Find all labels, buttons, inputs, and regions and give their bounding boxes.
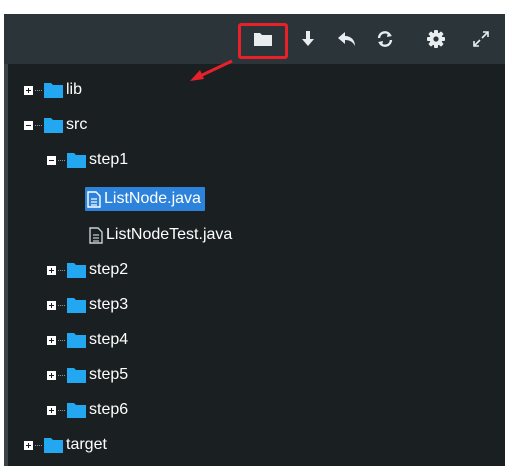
tree-item-label: src — [66, 116, 88, 133]
folder-open-icon — [44, 117, 63, 133]
tree-connector — [58, 304, 65, 306]
folder-icon — [67, 367, 86, 383]
tree-item-listnodetest-file[interactable]: ListNodeTest.java — [89, 218, 232, 252]
expand-toggle[interactable] — [47, 335, 56, 345]
expand-toggle[interactable] — [47, 405, 56, 415]
refresh-icon — [377, 31, 393, 47]
expand-icon — [473, 31, 489, 47]
tree-connector — [58, 159, 65, 161]
download-arrow-icon — [302, 31, 314, 46]
expand-toggle[interactable] — [47, 265, 56, 275]
expand-toggle[interactable] — [24, 85, 33, 95]
highlight-box — [238, 23, 288, 59]
tree-connector — [35, 444, 42, 446]
undo-icon — [338, 32, 355, 46]
tree-item-listnode-file[interactable]: ListNode.java — [85, 182, 205, 216]
selected-item[interactable]: ListNode.java — [85, 187, 205, 211]
tree-item-label: step2 — [89, 261, 129, 278]
tree-item-step3[interactable]: step3 — [47, 288, 128, 322]
tree-item-label: step1 — [89, 151, 129, 168]
expand-toggle[interactable] — [24, 440, 33, 450]
tree-item-step6[interactable]: step6 — [47, 393, 128, 427]
tree-item-step4[interactable]: step4 — [47, 323, 128, 357]
scrollbar[interactable] — [4, 64, 8, 466]
collapse-toggle[interactable] — [47, 155, 56, 165]
tree-connector — [35, 89, 42, 91]
gear-icon — [427, 30, 445, 48]
folder-icon — [44, 437, 63, 453]
tree-item-label: step4 — [89, 331, 129, 348]
file-icon — [87, 190, 101, 208]
tree-item-src[interactable]: src — [24, 108, 87, 142]
expand-button[interactable] — [456, 14, 505, 64]
expand-toggle[interactable] — [47, 370, 56, 380]
tree-connector — [58, 339, 65, 341]
settings-button[interactable] — [411, 14, 461, 64]
tree-item-step1[interactable]: step1 — [47, 143, 128, 177]
annotation-arrow — [190, 59, 233, 81]
tree-item-label: step6 — [89, 401, 129, 418]
tree-connector — [35, 124, 42, 126]
folder-icon — [67, 297, 86, 313]
tree-item-label: ListNodeTest.java — [106, 226, 233, 243]
file-icon — [89, 226, 103, 244]
tree-connector — [58, 374, 65, 376]
expand-toggle[interactable] — [47, 300, 56, 310]
collapse-toggle[interactable] — [24, 120, 33, 130]
tree-item-label: lib — [66, 81, 83, 98]
tree-item-lib[interactable]: lib — [24, 73, 82, 107]
folder-icon — [67, 402, 86, 418]
explorer-frame: lib src step1 ListNode.java ListNodeTest… — [0, 0, 505, 466]
folder-icon — [44, 82, 63, 98]
tree-item-label: step3 — [89, 296, 129, 313]
tree-item-label: step5 — [89, 366, 129, 383]
folder-icon — [67, 332, 86, 348]
tree-item-step2[interactable]: step2 — [47, 253, 128, 287]
folder-icon — [67, 262, 86, 278]
tree-connector — [58, 269, 65, 271]
refresh-button[interactable] — [360, 14, 410, 64]
tree-item-step5[interactable]: step5 — [47, 358, 128, 392]
tree-item-target[interactable]: target — [24, 428, 107, 462]
tree-item-label: ListNode.java — [104, 190, 201, 207]
tree-connector — [58, 409, 65, 411]
folder-open-icon — [67, 152, 86, 168]
tree-item-label: target — [66, 436, 107, 453]
